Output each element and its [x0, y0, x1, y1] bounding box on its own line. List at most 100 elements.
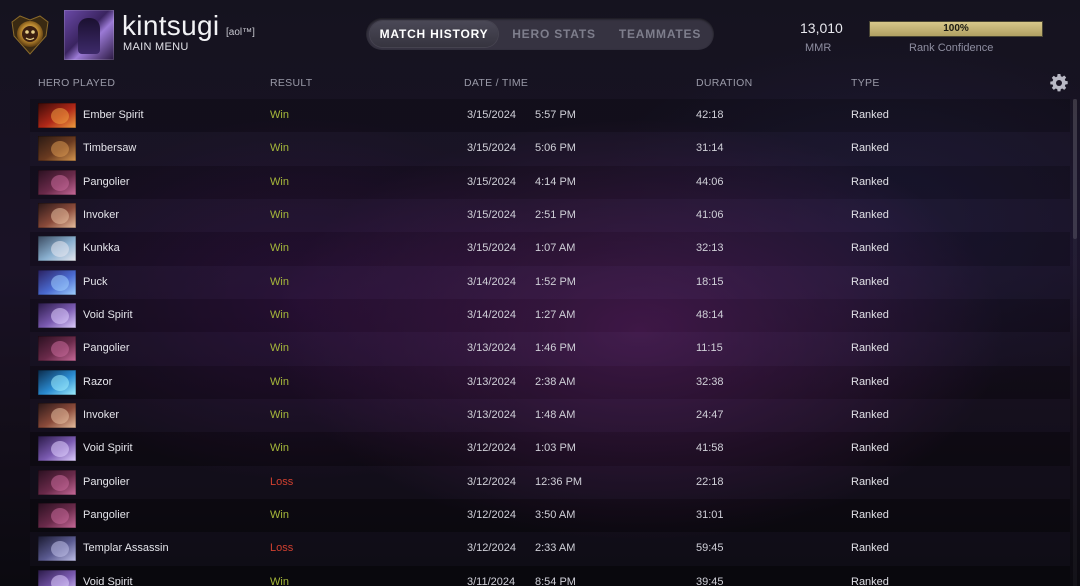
- void-spirit-portrait-icon: [38, 436, 76, 462]
- match-type: Ranked: [851, 242, 889, 255]
- match-duration: 44:06: [696, 175, 724, 188]
- hero-name: Pangolier: [83, 508, 130, 521]
- match-row[interactable]: Kunkka Win 3/15/2024 1:07 AM 32:13 Ranked: [30, 232, 1070, 266]
- match-result: Win: [270, 308, 289, 321]
- hero-name: Pangolier: [83, 175, 130, 188]
- pangolier-portrait-icon: [38, 169, 76, 195]
- razor-portrait-icon: [38, 369, 76, 395]
- match-list-scrollbar[interactable]: [1073, 99, 1077, 586]
- match-type: Ranked: [851, 375, 889, 388]
- match-type: Ranked: [851, 109, 889, 121]
- match-duration: 24:47: [696, 408, 724, 421]
- hero-name: Void Spirit: [83, 308, 133, 321]
- match-duration: 11:15: [696, 342, 723, 355]
- kunkka-portrait-icon: [38, 236, 76, 262]
- ember-spirit-portrait-icon: [38, 103, 76, 128]
- match-date: 3/11/2024: [467, 575, 516, 586]
- match-row[interactable]: Invoker Win 3/15/2024 2:51 PM 41:06 Ranked: [30, 198, 1070, 233]
- match-row[interactable]: Ember Spirit Win 3/15/2024 5:57 PM 42:18 Rank…: [30, 99, 1070, 133]
- match-result: Win: [270, 208, 289, 221]
- match-row[interactable]: Puck Win 3/14/2024 1:52 PM 18:15 Ranked: [30, 265, 1070, 299]
- void-spirit-portrait-icon: [38, 569, 76, 586]
- hero-name: Pangolier: [83, 475, 130, 488]
- avatar-figure: [78, 18, 100, 54]
- match-date: 3/12/2024: [467, 508, 516, 521]
- match-duration: 31:14: [696, 142, 724, 155]
- match-table-header: Hero Played Result Date / Time Duration …: [0, 70, 1080, 96]
- match-duration: 22:18: [696, 475, 724, 488]
- hero-name: Invoker: [83, 208, 120, 221]
- invoker-portrait-icon: [38, 202, 76, 228]
- hero-name: Timbersaw: [83, 142, 137, 155]
- match-row[interactable]: Timbersaw Win 3/15/2024 5:06 PM 31:14 Ranked: [30, 132, 1070, 166]
- tab-teammates[interactable]: TEAMMATES: [610, 18, 710, 50]
- match-type: Ranked: [851, 408, 889, 421]
- match-duration: 32:13: [696, 242, 724, 255]
- match-date: 3/15/2024: [467, 175, 516, 188]
- scrollbar-thumb[interactable]: [1073, 99, 1077, 239]
- match-duration: 41:06: [696, 208, 724, 221]
- match-row[interactable]: Templar Assassin Loss 3/12/2024 2:33 AM 59:4…: [30, 532, 1070, 566]
- match-duration: 59:45: [696, 542, 724, 555]
- hero-name: Puck: [83, 275, 108, 288]
- rank-confidence-label: Rank Confidence: [909, 42, 994, 54]
- player-avatar[interactable]: [64, 10, 114, 60]
- match-row[interactable]: Invoker Win 3/13/2024 1:48 AM 24:47 Ranked: [30, 398, 1070, 433]
- match-time: 8:54 PM: [535, 575, 576, 586]
- match-result: Loss: [270, 542, 294, 555]
- match-time: 1:27 AM: [535, 308, 576, 321]
- puck-portrait-icon: [38, 269, 76, 295]
- match-time: 2:33 AM: [535, 542, 576, 555]
- match-date: 3/13/2024: [467, 342, 516, 355]
- hero-name: Razor: [83, 375, 113, 388]
- match-time: 5:06 PM: [535, 142, 576, 155]
- match-row[interactable]: Razor Win 3/13/2024 2:38 AM 32:38 Ranked: [30, 365, 1070, 399]
- match-type: Ranked: [851, 442, 889, 455]
- column-header-hero[interactable]: Hero Played: [38, 77, 115, 89]
- match-type: Ranked: [851, 275, 889, 288]
- gear-icon[interactable]: [1049, 73, 1069, 93]
- match-row[interactable]: Pangolier Win 3/13/2024 1:46 PM 11:15 Ranked: [30, 332, 1070, 366]
- match-date: 3/15/2024: [467, 142, 516, 155]
- match-type: Ranked: [851, 308, 889, 321]
- match-time: 1:07 AM: [535, 242, 576, 255]
- hero-name: Void Spirit: [83, 575, 133, 586]
- match-row[interactable]: Void Spirit Win 3/11/2024 8:54 PM 39:45 Ranke…: [30, 565, 1070, 586]
- hero-name: Void Spirit: [83, 442, 133, 455]
- match-time: 1:48 AM: [535, 408, 576, 421]
- void-spirit-portrait-icon: [38, 302, 76, 328]
- match-duration: 42:18: [696, 109, 724, 121]
- match-type: Ranked: [851, 175, 889, 188]
- match-result: Win: [270, 375, 289, 388]
- match-row[interactable]: Pangolier Win 3/15/2024 4:14 PM 44:06 Ranked: [30, 165, 1070, 199]
- tab-match-history[interactable]: MATCH HISTORY: [370, 21, 498, 47]
- match-row[interactable]: Pangolier Loss 3/12/2024 12:36 PM 22:18 Ranke…: [30, 465, 1070, 499]
- match-duration: 32:38: [696, 375, 724, 388]
- match-time: 5:57 PM: [535, 109, 576, 121]
- main-menu-link[interactable]: MAIN MENU: [123, 41, 189, 53]
- match-result: Win: [270, 442, 289, 455]
- match-date: 3/15/2024: [467, 242, 516, 255]
- match-result: Win: [270, 275, 289, 288]
- guild-tag: [aol™]: [226, 27, 255, 38]
- rank-medal-icon[interactable]: [8, 12, 52, 56]
- match-duration: 48:14: [696, 308, 724, 321]
- rank-confidence-bar: 100%: [869, 21, 1043, 37]
- column-header-type[interactable]: Type: [851, 77, 880, 89]
- hero-name: Templar Assassin: [83, 542, 169, 555]
- rank-confidence-percent: 100%: [943, 23, 969, 34]
- match-time: 1:03 PM: [535, 442, 576, 455]
- match-row[interactable]: Pangolier Win 3/12/2024 3:50 AM 31:01 Ranked: [30, 498, 1070, 533]
- timbersaw-portrait-icon: [38, 136, 76, 162]
- match-duration: 39:45: [696, 575, 724, 586]
- match-row[interactable]: Void Spirit Win 3/12/2024 1:03 PM 41:58 Ranke…: [30, 432, 1070, 466]
- column-header-datetime[interactable]: Date / Time: [464, 77, 528, 89]
- match-date: 3/15/2024: [467, 208, 516, 221]
- match-date: 3/12/2024: [467, 442, 516, 455]
- match-result: Win: [270, 109, 289, 121]
- tab-hero-stats[interactable]: HERO STATS: [502, 18, 606, 50]
- column-header-duration[interactable]: Duration: [696, 77, 752, 89]
- column-header-result[interactable]: Result: [270, 77, 312, 89]
- match-time: 2:38 AM: [535, 375, 576, 388]
- match-row[interactable]: Void Spirit Win 3/14/2024 1:27 AM 48:14 Ranke…: [30, 298, 1070, 333]
